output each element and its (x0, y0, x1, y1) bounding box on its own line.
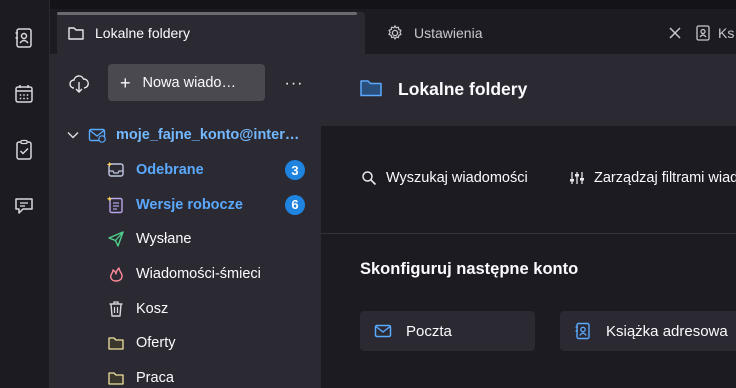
titlebar-strip (50, 0, 736, 9)
setup-account-heading: Skonfiguruj następne konto (360, 260, 579, 278)
search-messages-button[interactable]: Wyszukaj wiadomości (361, 170, 528, 186)
manage-filters-button[interactable]: Zarządzaj filtrami wiad (569, 170, 736, 186)
folder-label: Odebrane (136, 162, 204, 179)
account-row[interactable]: moje_fajne_konto@inter… (50, 118, 321, 153)
folder-label: Praca (136, 370, 174, 387)
folder-icon (359, 76, 383, 100)
gear-icon (386, 24, 404, 42)
search-messages-label: Wyszukaj wiadomości (386, 170, 528, 186)
chevron-down-icon[interactable] (66, 128, 80, 142)
folder-label: Wiadomości-śmieci (136, 266, 261, 283)
chat-space-button[interactable] (8, 190, 40, 222)
account-central: Lokalne foldery Wyszukaj wiadomości Zarz… (321, 54, 736, 388)
folder-trash[interactable]: Kosz (50, 291, 321, 326)
inbox-icon (107, 161, 125, 179)
filter-icon (569, 170, 585, 186)
folder-work[interactable]: Praca (50, 361, 321, 388)
setup-address-book-button[interactable]: Książka adresowa (560, 311, 736, 351)
mail-account-icon (88, 126, 106, 144)
setup-address-book-label: Książka adresowa (606, 322, 728, 340)
more-options-button[interactable]: ··· (282, 72, 306, 96)
active-tab-indicator (57, 12, 357, 15)
mail-icon (374, 322, 392, 340)
close-icon (669, 27, 681, 39)
folder-sent[interactable]: Wysłane (50, 222, 321, 257)
close-tab-button[interactable] (664, 22, 686, 44)
address-book-icon (15, 28, 32, 48)
tab-label: Ustawienia (414, 25, 483, 41)
spaces-toolbar (0, 0, 50, 388)
junk-icon (107, 265, 125, 283)
main-header: Lokalne foldery (321, 54, 736, 126)
new-message-label: Nowa wiado… (142, 74, 237, 91)
tab-local-folders[interactable]: Lokalne foldery (57, 12, 365, 54)
search-icon (361, 170, 377, 186)
folder-offers[interactable]: Oferty (50, 326, 321, 361)
cloud-download-icon (69, 75, 89, 93)
section-divider (321, 233, 736, 234)
tab-address-book[interactable]: Ks (690, 12, 736, 54)
setup-mail-label: Poczta (406, 322, 452, 340)
account-name: moje_fajne_konto@inter… (116, 127, 300, 144)
folder-label: Oferty (136, 335, 176, 352)
address-book-space-button[interactable] (8, 22, 40, 54)
drafts-icon (107, 196, 125, 214)
manage-filters-label: Zarządzaj filtrami wiad (594, 170, 736, 186)
chat-icon (15, 198, 33, 214)
get-messages-button[interactable] (67, 72, 91, 96)
calendar-icon (15, 85, 33, 103)
page-title: Lokalne foldery (398, 79, 528, 99)
folder-label: Wersje robocze (136, 196, 243, 213)
folder-icon (107, 369, 125, 387)
folder-label: Wysłane (136, 231, 192, 248)
folder-actions: Wyszukaj wiadomości Zarządzaj filtrami w… (321, 126, 736, 234)
folder-icon (107, 334, 125, 352)
address-book-icon (694, 24, 712, 42)
tab-label: Lokalne foldery (95, 25, 190, 41)
folder-pane: + Nowa wiado… ··· moje_fajne_konto@inter… (50, 54, 321, 388)
sent-icon (107, 230, 125, 248)
more-options-icon: ··· (284, 75, 304, 92)
tab-bar: Lokalne foldery Ustawienia Ks (50, 0, 736, 54)
unread-count-badge: 6 (285, 194, 305, 215)
folder-drafts[interactable]: Wersje robocze 6 (50, 187, 321, 222)
plus-icon: + (120, 72, 131, 93)
trash-icon (107, 300, 125, 318)
folder-inbox[interactable]: Odebrane 3 (50, 153, 321, 188)
calendar-space-button[interactable] (8, 78, 40, 110)
new-message-button[interactable]: + Nowa wiado… (108, 64, 265, 101)
folder-icon (67, 24, 85, 42)
tasks-icon (16, 139, 32, 160)
tab-label: Ks (718, 25, 735, 41)
folder-tree: moje_fajne_konto@inter… Odebrane 3 Wersj… (50, 118, 321, 388)
folder-junk[interactable]: Wiadomości-śmieci (50, 257, 321, 292)
tab-settings[interactable]: Ustawienia (376, 12, 686, 54)
address-book-icon (574, 322, 592, 340)
setup-mail-button[interactable]: Poczta (360, 311, 535, 351)
tasks-space-button[interactable] (8, 134, 40, 166)
folder-label: Kosz (136, 300, 169, 317)
unread-count-badge: 3 (285, 160, 305, 181)
folder-pane-header: + Nowa wiado… ··· (50, 54, 321, 110)
